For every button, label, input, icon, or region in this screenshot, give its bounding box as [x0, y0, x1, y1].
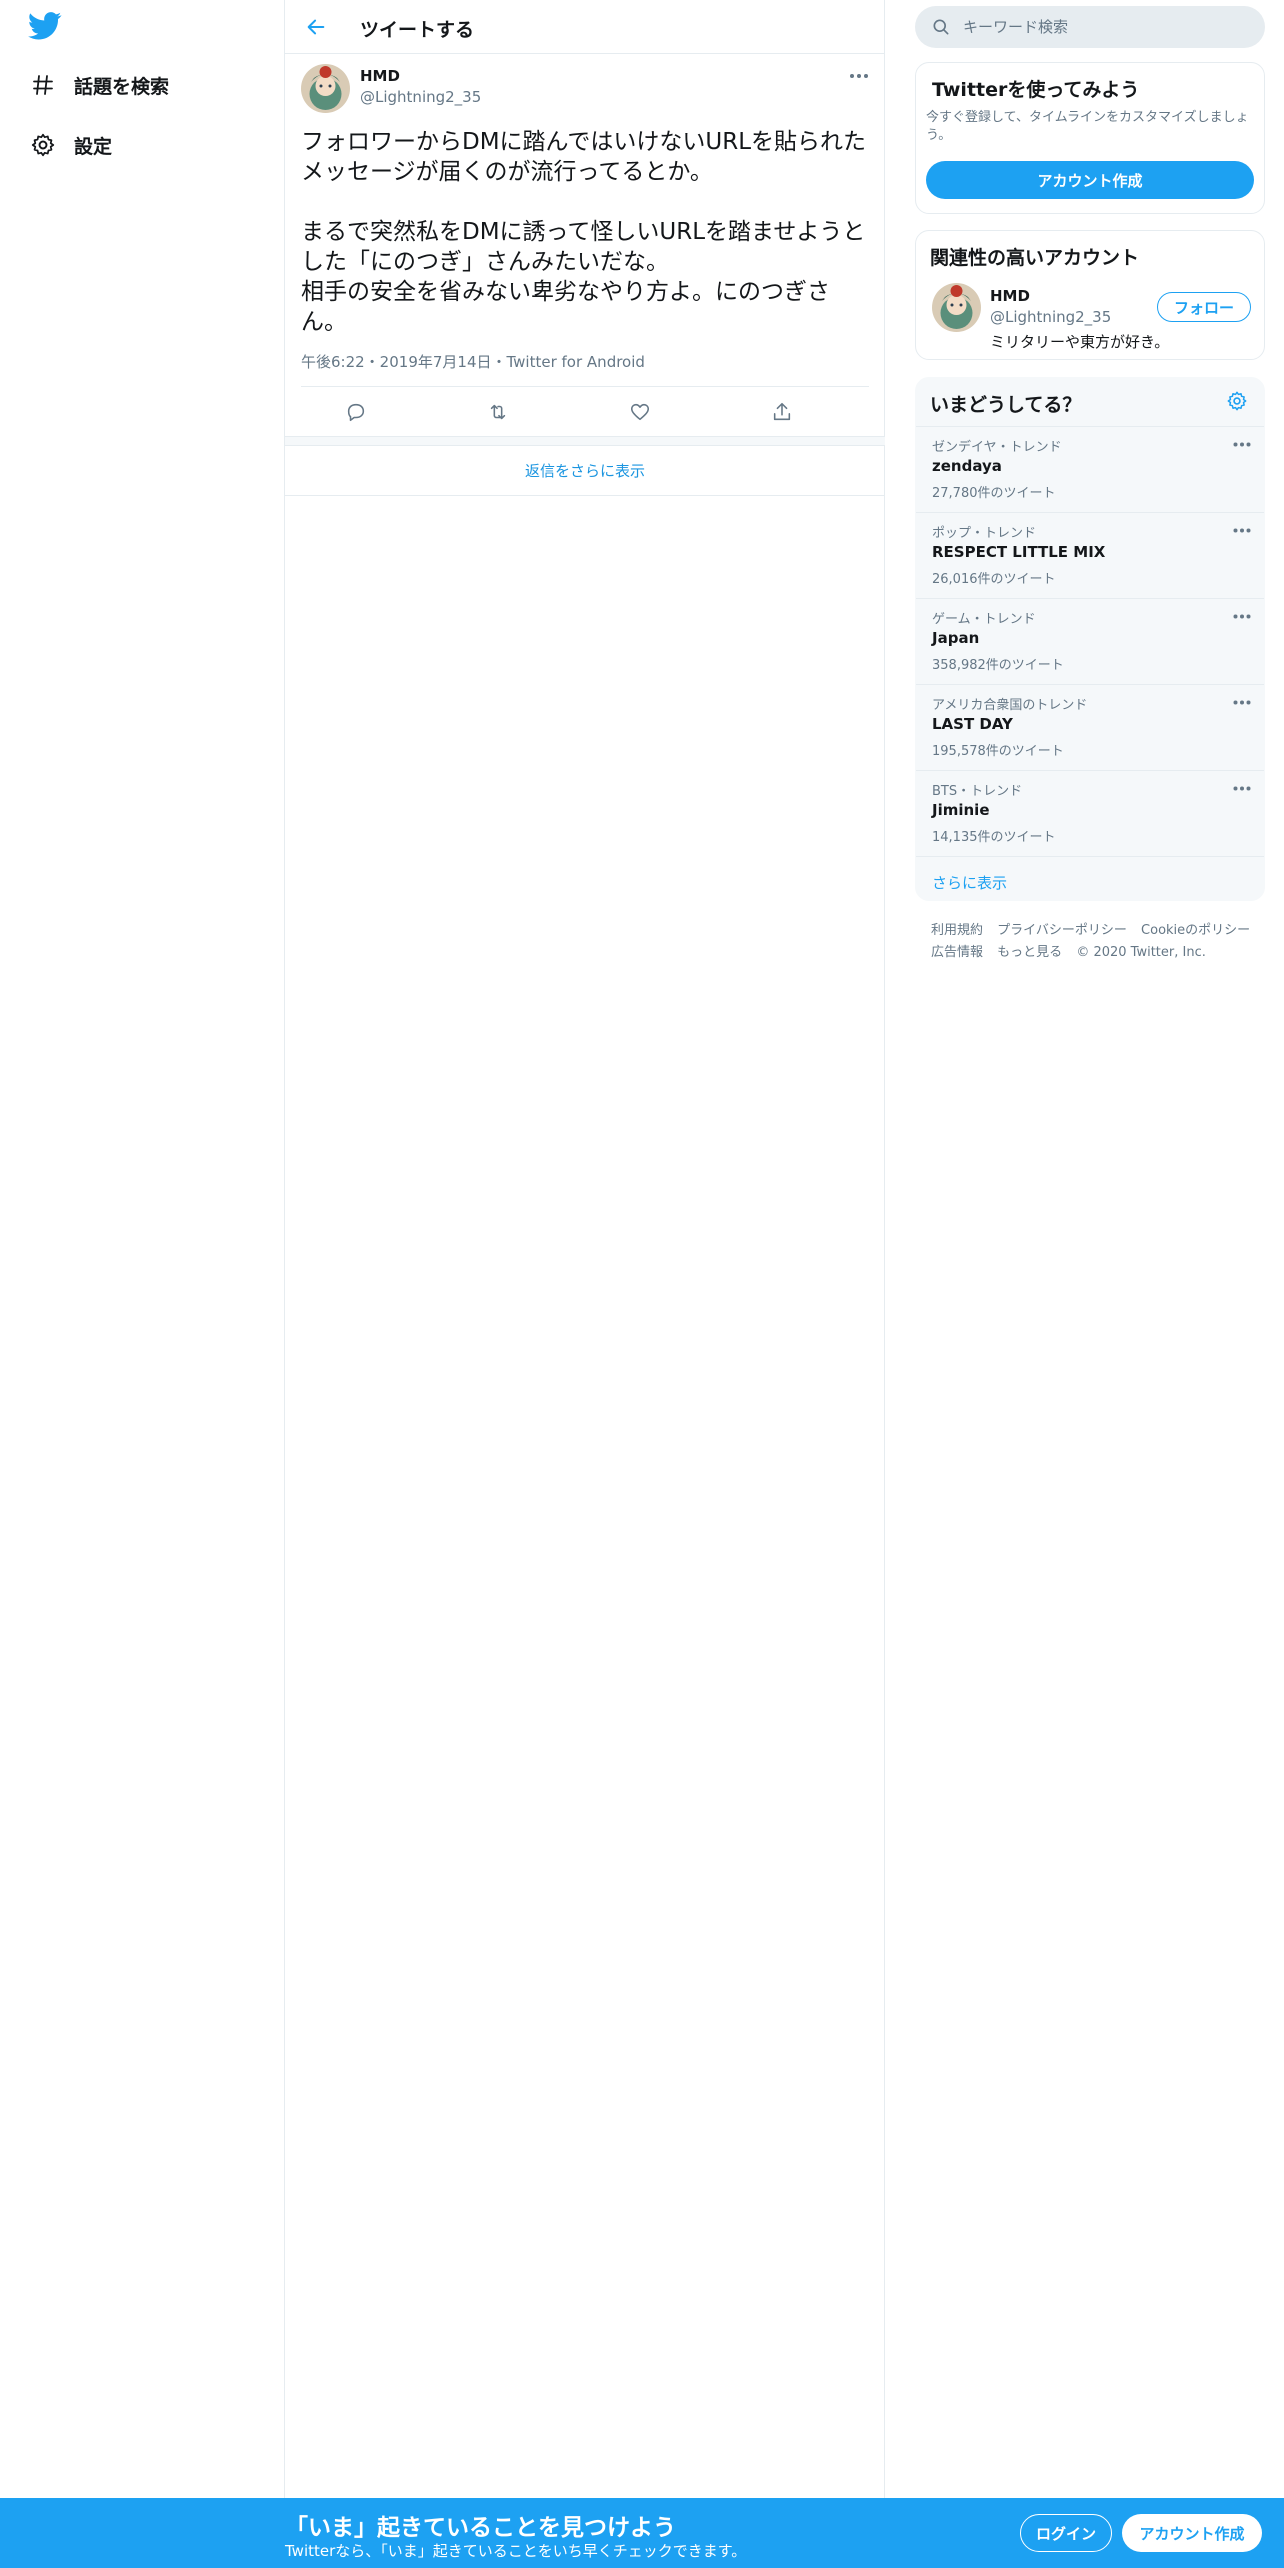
avatar[interactable] — [932, 283, 981, 332]
header-bar: ツイートする — [285, 0, 885, 54]
related-accounts-card: 関連性の高いアカウント HMD @Lightning2_35 フォロー ミリタリ… — [915, 230, 1265, 360]
trend-name: RESPECT LITTLE MIX — [932, 543, 1106, 561]
left-nav: 話題を検索 設定 — [0, 0, 285, 2568]
trend-count: 27,780件のツイート — [932, 486, 1056, 501]
related-account-bio: ミリタリーや東方が好き。 — [990, 333, 1170, 351]
twitter-bird-icon[interactable] — [27, 12, 64, 44]
author-handle[interactable]: @Lightning2_35 — [360, 88, 481, 106]
back-arrow-icon[interactable] — [301, 12, 331, 42]
more-icon[interactable] — [1232, 436, 1252, 452]
footer-ads-link[interactable]: 広告情報 — [931, 945, 983, 960]
footer-privacy-link[interactable]: プライバシーポリシー — [997, 923, 1127, 938]
signup-banner: 「いま」起きていることを見つけよう Twitterなら、「いま」起きていることを… — [0, 2498, 1284, 2568]
trend-item[interactable]: ゲーム・トレンド Japan 358,982件のツイート — [916, 598, 1264, 684]
divider — [285, 436, 885, 446]
page-root: 話題を検索 設定 ツイートする HMD @Lightning2_35 フォロワー… — [0, 0, 1284, 2568]
more-icon[interactable] — [1232, 694, 1252, 710]
tweet-text: フォロワーからDMに踏んではいけないURLを貼られたメッセージが届くのが流行って… — [301, 129, 867, 335]
trend-category: ポップ・トレンド — [932, 526, 1037, 541]
retweet-icon[interactable] — [484, 398, 512, 426]
gear-icon[interactable] — [1226, 390, 1250, 414]
signup-description: 今すぐ登録して、タイムラインをカスタマイズしましょう。 — [926, 110, 1249, 143]
trend-count: 26,016件のツイート — [932, 572, 1056, 587]
trend-item[interactable]: アメリカ合衆国のトレンド LAST DAY 195,578件のツイート — [916, 684, 1264, 770]
trend-name: Jiminie — [932, 801, 990, 819]
tweet-timestamp[interactable]: 午後6:22・2019年7月14日・Twitter for Android — [301, 351, 645, 372]
trend-category: BTS・トレンド — [932, 784, 1023, 799]
author-name[interactable]: HMD — [360, 67, 400, 85]
show-more-link[interactable]: さらに表示 — [916, 856, 1264, 900]
login-button[interactable]: ログイン — [1020, 2514, 1112, 2552]
follow-button[interactable]: フォロー — [1157, 292, 1251, 322]
signup-button[interactable]: アカウント作成 — [926, 161, 1254, 199]
nav-item-label: 話題を検索 — [74, 75, 170, 98]
search-icon — [931, 17, 951, 37]
avatar[interactable] — [301, 64, 350, 113]
divider — [301, 386, 869, 387]
signup-button[interactable]: アカウント作成 — [1122, 2514, 1262, 2552]
banner-subtitle: Twitterなら、「いま」起きていることをいち早くチェックできます。 — [285, 2542, 747, 2560]
more-icon[interactable] — [1232, 522, 1252, 538]
banner-title: 「いま」起きていることを見つけよう — [285, 2515, 676, 2541]
nav-item-explore[interactable]: 話題を検索 — [28, 65, 169, 105]
related-account-handle[interactable]: @Lightning2_35 — [990, 308, 1111, 326]
footer-more-link[interactable]: もっと見る — [997, 945, 1062, 960]
footer: 利用規約 プライバシーポリシー Cookieのポリシー 広告情報 もっと見る ©… — [931, 920, 1261, 964]
trend-category: アメリカ合衆国のトレンド — [932, 698, 1088, 713]
trend-category: ゼンデイヤ・トレンド — [932, 440, 1062, 455]
related-account-name[interactable]: HMD — [990, 287, 1030, 305]
trend-item[interactable]: ポップ・トレンド RESPECT LITTLE MIX 26,016件のツイート — [916, 512, 1264, 598]
more-icon[interactable] — [1232, 780, 1252, 796]
trend-item[interactable]: BTS・トレンド Jiminie 14,135件のツイート — [916, 770, 1264, 856]
gear-icon — [28, 130, 58, 160]
main-column: ツイートする HMD @Lightning2_35 フォロワーからDMに踏んでは… — [285, 0, 885, 2500]
trends-card: いまどうしてる？ ゼンデイヤ・トレンド zendaya 27,780件のツイート… — [915, 377, 1265, 901]
signup-title: Twitterを使ってみよう — [932, 79, 1140, 101]
trend-item[interactable]: ゼンデイヤ・トレンド zendaya 27,780件のツイート — [916, 426, 1264, 512]
search-input[interactable] — [963, 6, 1253, 48]
trends-title: いまどうしてる？ — [930, 394, 1082, 416]
reply-icon[interactable] — [342, 398, 370, 426]
trend-name: LAST DAY — [932, 715, 1013, 733]
page-title: ツイートする — [360, 19, 475, 41]
trend-name: zendaya — [932, 457, 1002, 475]
more-icon[interactable] — [1232, 608, 1252, 624]
trend-count: 195,578件のツイート — [932, 744, 1064, 759]
footer-terms-link[interactable]: 利用規約 — [931, 923, 983, 938]
nav-item-settings[interactable]: 設定 — [28, 125, 112, 165]
nav-item-label: 設定 — [74, 135, 113, 158]
footer-cookie-link[interactable]: Cookieのポリシー — [1141, 923, 1250, 938]
trend-count: 358,982件のツイート — [932, 658, 1064, 673]
related-title: 関連性の高いアカウント — [930, 247, 1140, 269]
search-box — [915, 6, 1265, 48]
like-icon[interactable] — [626, 398, 654, 426]
more-replies-link[interactable]: 返信をさらに表示 — [285, 446, 885, 496]
signup-card: Twitterを使ってみよう 今すぐ登録して、タイムラインをカスタマイズしましょ… — [915, 62, 1265, 214]
footer-copyright: © 2020 Twitter, Inc. — [1076, 945, 1206, 960]
trend-category: ゲーム・トレンド — [932, 612, 1036, 627]
hashtag-icon — [28, 70, 58, 100]
share-icon[interactable] — [768, 398, 796, 426]
tweet-actions — [285, 388, 885, 436]
more-icon[interactable] — [847, 66, 871, 86]
trend-count: 14,135件のツイート — [932, 830, 1056, 845]
trend-name: Japan — [932, 629, 980, 647]
